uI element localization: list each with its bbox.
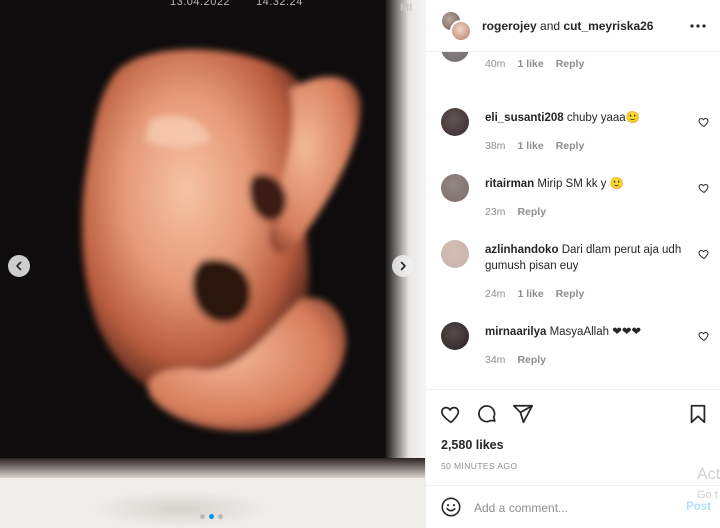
paper-plane-icon[interactable] [512, 403, 534, 425]
avatar [450, 19, 472, 42]
comment-text: eli_susanti208 chuby yaaa🙂 [485, 110, 690, 126]
chevron-left-icon [16, 261, 22, 271]
photo-paper-edge [385, 0, 425, 465]
ultrasound-date: 13.04.2022 [170, 0, 231, 8]
carousel-next-button[interactable] [392, 255, 414, 277]
comment-username[interactable]: mirnaarilya [485, 326, 546, 338]
carousel-dot [218, 514, 223, 519]
comment-meta: 38m 1 like Reply [485, 140, 584, 152]
author-link[interactable]: cut_meyriska26 [563, 19, 653, 33]
comment-time: 24m [485, 288, 506, 300]
background-shadow [90, 490, 270, 528]
comment-text: ritairman Mirip SM kk y 🙂 [485, 176, 690, 192]
ultrasound-image [0, 0, 425, 465]
post-authors: rogerojey and cut_meyriska26 [482, 19, 653, 33]
comment-meta: 24m 1 like Reply [485, 288, 584, 300]
author-link[interactable]: rogerojey [482, 19, 537, 33]
post-timestamp[interactable]: 50 MINUTES AGO [441, 461, 517, 471]
comment-text: mirnaarilya MasyaAllah ❤❤❤ [485, 324, 690, 340]
heart-icon[interactable] [698, 116, 710, 128]
post-side-panel: rogerojey and cut_meyriska26 40m 1 like … [425, 0, 720, 528]
avatar[interactable] [441, 240, 469, 268]
comment-meta: 40m 1 like Reply [485, 58, 584, 70]
comment-time: 40m [485, 58, 506, 70]
emoji-smile-icon[interactable] [440, 496, 462, 518]
comment-time: 38m [485, 140, 506, 152]
post-comment-button[interactable]: Post [686, 501, 711, 513]
comment-time: 34m [485, 354, 506, 366]
ultrasound-photo: 13.04.2022 14:32:24 MI [0, 0, 425, 465]
chevron-right-icon [400, 261, 406, 271]
avatar[interactable] [441, 174, 469, 202]
comments-list[interactable]: 40m 1 like Reply eli_susanti208 chuby ya… [426, 52, 720, 389]
carousel-dot [209, 514, 214, 519]
post-media: 13.04.2022 14:32:24 MI [0, 0, 425, 528]
comment-username[interactable]: azlinhandoko [485, 244, 558, 256]
reply-button[interactable]: Reply [556, 288, 585, 300]
avatar[interactable] [441, 52, 469, 62]
comment-text: azlinhandoko Dari dlam perut aja udh gum… [485, 242, 690, 274]
comment-username[interactable]: eli_susanti208 [485, 112, 564, 124]
heart-icon[interactable] [698, 330, 710, 342]
heart-icon[interactable] [698, 248, 710, 260]
reply-button[interactable]: Reply [556, 58, 585, 70]
ultrasound-tag: MI [400, 2, 413, 14]
comment-icon[interactable] [476, 403, 498, 425]
heart-icon[interactable] [440, 403, 462, 425]
activation-watermark: Act [697, 466, 720, 483]
post-header: rogerojey and cut_meyriska26 [426, 0, 720, 52]
comment-likes[interactable]: 1 like [517, 288, 543, 300]
reply-button[interactable]: Reply [517, 354, 546, 366]
carousel-prev-button[interactable] [8, 255, 30, 277]
photo-bottom-edge [0, 458, 425, 478]
author-joiner: and [540, 18, 561, 33]
comment-input[interactable] [474, 498, 664, 518]
reply-button[interactable]: Reply [556, 140, 585, 152]
more-horizontal-icon[interactable] [689, 18, 707, 34]
comment-message: chuby yaaa🙂 [566, 112, 640, 124]
avatar[interactable] [441, 108, 469, 136]
likes-count[interactable]: 2,580 likes [441, 438, 504, 452]
comment-username[interactable]: ritairman [485, 178, 534, 190]
comment-likes[interactable]: 1 like [517, 58, 543, 70]
comment-time: 23m [485, 206, 506, 218]
bookmark-icon[interactable] [687, 403, 709, 425]
activation-watermark-sub: Go t [697, 489, 718, 501]
post-actions: 2,580 likes 50 MINUTES AGO Post Act Go t [426, 389, 720, 528]
comment-meta: 23m Reply [485, 206, 546, 218]
heart-icon[interactable] [698, 182, 710, 194]
carousel-indicator [200, 514, 223, 519]
comment-meta: 34m Reply [485, 354, 546, 366]
carousel-dot [200, 514, 205, 519]
ultrasound-time: 14:32:24 [256, 0, 303, 8]
add-comment-bar: Post [426, 485, 720, 528]
collab-avatars[interactable] [440, 9, 472, 42]
comment-message: Mirip SM kk y 🙂 [537, 178, 624, 190]
avatar[interactable] [441, 322, 469, 350]
comment-message: MasyaAllah ❤❤❤ [549, 326, 642, 338]
comment-likes[interactable]: 1 like [517, 140, 543, 152]
reply-button[interactable]: Reply [517, 206, 546, 218]
